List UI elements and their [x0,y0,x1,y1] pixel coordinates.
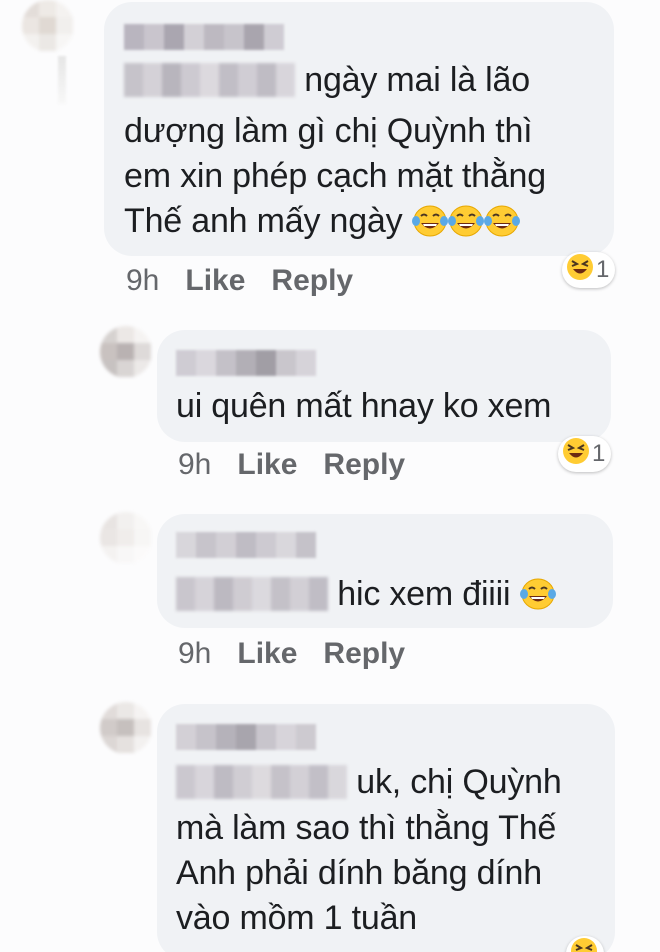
mention-blurred[interactable] [176,765,347,799]
comment-text-line: em xin phép cạch mặt thằng [124,157,546,195]
comment-timestamp[interactable]: 9h [178,637,211,671]
comment-timestamp[interactable]: 9h [126,264,159,298]
tears-of-joy-icon [411,204,448,250]
reaction-count: 1 [596,256,610,283]
comment-text-line: vào mồm 1 tuần [176,899,417,937]
reply-button[interactable]: Reply [271,264,353,298]
avatar[interactable] [22,0,74,52]
avatar[interactable] [100,702,152,754]
comment-text-line: Anh phải dính băng dính [176,854,542,892]
comment-text: hic xem điiii [176,572,556,623]
comment-thread: ngày mai là lão dượng làm gì chị Quỳnh t… [0,0,660,952]
comment-timestamp[interactable]: 9h [178,448,211,482]
comment-text-start: hic xem điiii [337,575,511,613]
comment-text: ngày mai là lão [124,58,530,103]
comment-actions: 9h Like Reply [178,637,405,671]
comment-text-start: ngày mai là lão [304,61,530,99]
tears-of-joy-icon [483,204,520,250]
laughing-squint-icon [562,437,590,472]
like-button[interactable]: Like [237,637,297,671]
reaction-summary[interactable]: 1 [558,436,612,472]
mention-blurred[interactable] [176,577,328,611]
tears-of-joy-icon [447,204,484,250]
reaction-count: 1 [592,440,606,467]
reply-button[interactable]: Reply [323,637,405,671]
comment-text: ui quên mất hnay ko xem [176,387,552,425]
comment-actions: 9h Like Reply [178,448,405,482]
reaction-summary[interactable]: 1 [562,252,616,288]
mention-blurred[interactable] [124,63,295,97]
laughing-squint-icon [570,937,598,952]
like-button[interactable]: Like [185,264,245,298]
comment-text-start: uk, chị Quỳnh [356,763,562,801]
laughing-squint-icon [566,253,594,288]
avatar[interactable] [100,326,152,378]
reply-button[interactable]: Reply [323,448,405,482]
commenter-name-blurred[interactable] [124,24,284,50]
comment-text: uk, chị Quỳnh [176,760,562,805]
comment-text-line: mà làm sao thì thằng Thế [176,809,557,847]
avatar-shadow-mark [58,56,66,104]
commenter-name-blurred[interactable] [176,350,316,376]
avatar[interactable] [100,512,152,564]
comment-actions: 9h Like Reply [126,264,353,298]
comment-text-line: Thế anh mấy ngày [124,199,520,250]
commenter-name-blurred[interactable] [176,724,316,750]
like-button[interactable]: Like [237,448,297,482]
comment-text-end: Thế anh mấy ngày [124,202,403,240]
commenter-name-blurred[interactable] [176,532,316,558]
comment-text-line: dượng làm gì chị Quỳnh thì [124,112,533,150]
tears-of-joy-icon [519,577,556,623]
